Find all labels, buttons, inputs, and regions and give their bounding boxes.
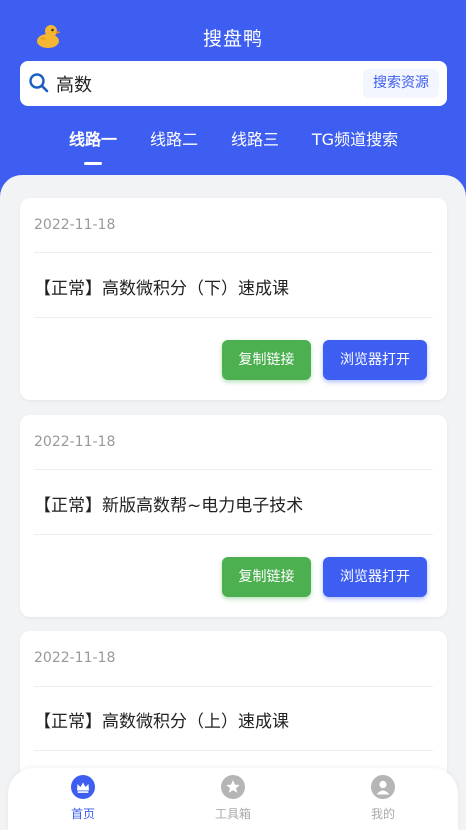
tab-route-2[interactable]: 线路二	[150, 126, 198, 150]
copy-link-button[interactable]: 复制链接	[222, 557, 311, 597]
active-tab-indicator	[84, 162, 102, 165]
route-tabs: 线路一 线路二 线路三 TG频道搜索	[0, 126, 466, 166]
tab-route-3[interactable]: 线路三	[231, 126, 279, 150]
divider	[34, 534, 433, 535]
result-date: 2022-11-18	[34, 434, 116, 450]
nav-label: 工具箱	[214, 807, 251, 821]
divider	[34, 252, 433, 253]
divider	[34, 686, 433, 687]
nav-mine[interactable]: 我的	[333, 768, 433, 830]
results-list: 2022-11-18 【正常】高数微积分（下）速成课 复制链接 浏览器打开 20…	[0, 175, 466, 830]
crown-icon	[71, 775, 95, 799]
search-resources-button[interactable]: 搜索资源	[363, 69, 439, 98]
app-title: 搜盘鸭	[202, 28, 263, 50]
result-date: 2022-11-18	[34, 217, 116, 233]
result-card: 2022-11-18 【正常】新版高数帮~电力电子技术 复制链接 浏览器打开	[20, 415, 447, 617]
star-icon	[221, 775, 245, 799]
bottom-nav: 首页 工具箱 我的	[8, 768, 458, 830]
user-icon	[371, 775, 395, 799]
result-title[interactable]: 【正常】高数微积分（下）速成课	[34, 274, 289, 299]
search-input[interactable]	[56, 61, 336, 106]
nav-label: 我的	[370, 807, 395, 821]
search-bar: 搜索资源	[20, 61, 447, 106]
result-title[interactable]: 【正常】高数微积分（上）速成课	[34, 707, 289, 732]
nav-label: 首页	[70, 807, 95, 821]
result-card: 2022-11-18 【正常】高数微积分（下）速成课 复制链接 浏览器打开	[20, 198, 447, 400]
divider	[34, 750, 433, 751]
open-in-browser-button[interactable]: 浏览器打开	[323, 557, 427, 597]
search-icon	[29, 73, 49, 93]
result-title[interactable]: 【正常】新版高数帮~电力电子技术	[34, 491, 303, 516]
divider	[34, 317, 433, 318]
result-date: 2022-11-18	[34, 650, 116, 666]
nav-home[interactable]: 首页	[33, 768, 133, 830]
open-in-browser-button[interactable]: 浏览器打开	[323, 340, 427, 380]
divider	[34, 469, 433, 470]
nav-toolbox[interactable]: 工具箱	[183, 768, 283, 830]
tab-route-1[interactable]: 线路一	[69, 126, 117, 150]
tab-tg-channel-search[interactable]: TG频道搜索	[312, 126, 398, 150]
copy-link-button[interactable]: 复制链接	[222, 340, 311, 380]
app-header: 搜盘鸭 搜索资源 线路一 线路二 线路三 TG频道搜索	[0, 0, 466, 200]
